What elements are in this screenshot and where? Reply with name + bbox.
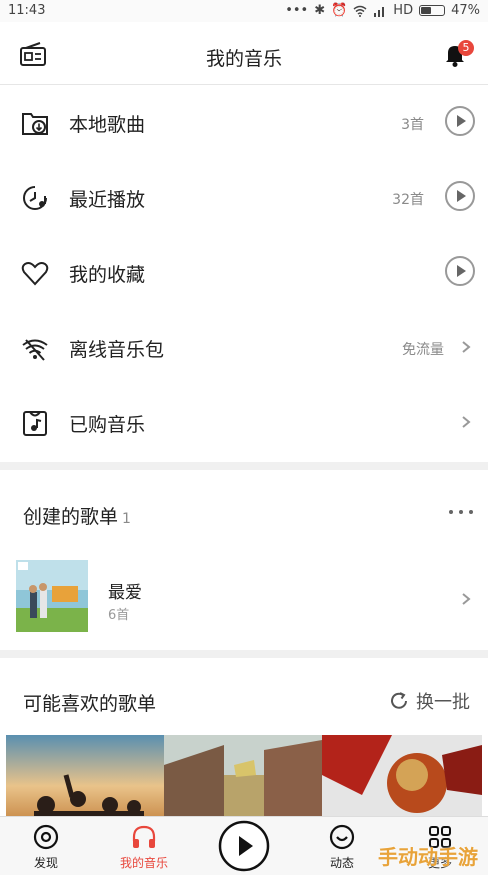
playlist-name: 最爱	[108, 583, 142, 603]
menu-item-label: 离线音乐包	[69, 339, 165, 361]
playlist-track-count: 6首	[108, 608, 130, 623]
recommended-playlist-image[interactable]	[164, 735, 322, 820]
feed-icon	[329, 824, 355, 850]
more-status-icon: •••	[285, 3, 309, 18]
more-dots-icon[interactable]	[448, 508, 474, 516]
menu-item-local-songs[interactable]: 本地歌曲 3首	[0, 85, 488, 160]
watermark: 手动动手游	[378, 845, 478, 869]
menu-item-count: 3首	[401, 117, 424, 133]
bluetooth-icon: ✱	[314, 3, 326, 18]
chevron-right-icon	[462, 416, 471, 428]
menu-item-recent[interactable]: 最近播放 32首	[0, 160, 488, 235]
battery-icon	[419, 5, 446, 16]
tab-label: 我的音乐	[119, 856, 168, 870]
tab-feed[interactable]: 动态	[302, 817, 382, 875]
headphones-icon	[132, 825, 156, 848]
section-divider	[0, 462, 488, 470]
recommended-playlist-image[interactable]	[322, 735, 482, 820]
tab-label: 动态	[329, 856, 354, 870]
tab-my-music[interactable]: 我的音乐	[104, 817, 184, 875]
discover-icon	[33, 824, 59, 850]
network-label: HD	[393, 3, 414, 18]
refresh-button[interactable]: 换一批	[388, 688, 470, 714]
section-divider	[0, 650, 488, 658]
refresh-icon	[391, 692, 407, 709]
play-icon[interactable]	[444, 255, 476, 287]
menu-item-purchased[interactable]: 已购音乐	[0, 385, 488, 460]
app-header: 我的音乐	[0, 22, 488, 85]
menu-item-label: 最近播放	[69, 189, 146, 211]
menu-item-favorites[interactable]: 我的收藏	[0, 235, 488, 310]
status-right: ••• ✱ ⏰ HD 47%	[285, 3, 480, 18]
menu-item-label: 本地歌曲	[69, 114, 146, 136]
status-time: 11:43	[8, 3, 46, 18]
signal-icon	[374, 6, 385, 17]
menu-item-note: 免流量	[402, 342, 444, 358]
battery-label: 47%	[451, 3, 480, 18]
chevron-right-icon	[462, 341, 471, 353]
menu-item-offline[interactable]: 离线音乐包 免流量	[0, 310, 488, 385]
recommended-title: 可能喜欢的歌单	[23, 693, 157, 715]
menu-item-label: 我的收藏	[69, 264, 146, 286]
local-music-folder-icon	[22, 113, 48, 135]
tab-discover[interactable]: 发现	[6, 817, 86, 875]
offline-wifi-icon	[22, 339, 48, 361]
recent-clock-icon	[23, 186, 47, 210]
created-playlists-count: 1	[122, 511, 131, 527]
purchased-music-icon	[23, 411, 47, 436]
menu-item-count: 32首	[392, 192, 424, 208]
playlist-cover-image	[16, 560, 88, 632]
notification-badge: 5	[458, 40, 474, 56]
tab-label: 发现	[33, 856, 58, 870]
play-icon[interactable]	[444, 180, 476, 212]
recommended-playlist-image[interactable]	[6, 735, 164, 820]
alarm-icon: ⏰	[331, 3, 348, 18]
page-title: 我的音乐	[205, 48, 282, 70]
refresh-label: 换一批	[416, 692, 470, 713]
play-icon[interactable]	[444, 105, 476, 137]
created-playlists-title: 创建的歌单	[23, 506, 119, 528]
created-playlists-header[interactable]: 创建的歌单 1	[23, 502, 131, 529]
recommended-playlists	[6, 735, 482, 820]
status-bar: 11:43 ••• ✱ ⏰ HD 47%	[0, 0, 488, 22]
wifi-status-icon	[353, 5, 367, 17]
chevron-right-icon	[462, 593, 471, 605]
play-circle-icon[interactable]	[218, 820, 270, 872]
menu-item-label: 已购音乐	[69, 414, 146, 436]
heart-icon	[21, 262, 49, 286]
